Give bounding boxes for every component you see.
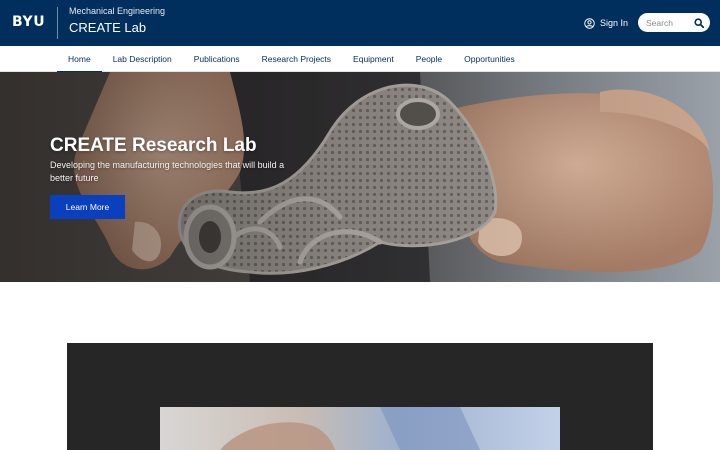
hero-subtitle: Developing the manufacturing technologie… <box>50 160 285 183</box>
nav-item-research-projects[interactable]: Research Projects <box>251 46 342 72</box>
nav-item-opportunities[interactable]: Opportunities <box>453 46 526 72</box>
site-header: BYU Mechanical Engineering CREATE Lab Si… <box>0 0 720 46</box>
site-title[interactable]: CREATE Lab <box>69 20 146 35</box>
video-thumbnail[interactable] <box>160 407 560 450</box>
nav-item-home[interactable]: Home <box>57 46 102 73</box>
user-circle-icon <box>584 17 595 29</box>
search-icon[interactable] <box>694 17 704 28</box>
hero-banner: CREATE Research Lab Developing the manuf… <box>0 72 720 282</box>
hero-title: CREATE Research Lab <box>50 135 257 156</box>
byu-logo[interactable]: BYU <box>12 14 45 30</box>
nav-list: Home Lab Description Publications Resear… <box>57 46 526 73</box>
nav-item-lab-description[interactable]: Lab Description <box>102 46 183 72</box>
sign-in-button[interactable]: Sign In <box>584 16 628 30</box>
main-nav: Home Lab Description Publications Resear… <box>0 46 720 73</box>
search-input[interactable] <box>646 17 690 28</box>
video-panel <box>67 343 653 450</box>
parent-site-link[interactable]: Mechanical Engineering <box>69 6 165 16</box>
nav-item-publications[interactable]: Publications <box>183 46 251 72</box>
learn-more-button[interactable]: Learn More <box>50 195 125 219</box>
logo-divider <box>57 7 58 39</box>
nav-item-people[interactable]: People <box>405 46 453 72</box>
sign-in-label: Sign In <box>600 18 629 28</box>
nav-item-equipment[interactable]: Equipment <box>342 46 405 72</box>
search-box[interactable] <box>638 13 710 32</box>
